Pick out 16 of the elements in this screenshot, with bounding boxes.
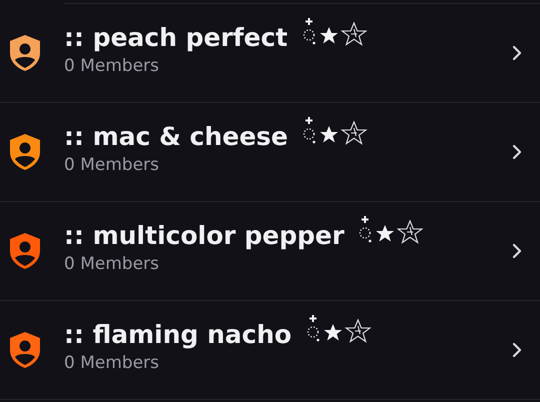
role-row[interactable]: :: flaming nacho 0 Members	[0, 301, 540, 400]
chevron-right-icon	[512, 144, 522, 160]
member-count: 0 Members	[64, 56, 160, 76]
role-name: :: peach perfect	[64, 22, 288, 52]
member-count: 0 Members	[64, 254, 160, 274]
role-name: :: flaming nacho	[64, 320, 292, 348]
member-count: 0 Members	[64, 154, 160, 174]
role-row[interactable]: :: multicolor pepper 0 Members	[0, 202, 540, 301]
member-count: 0 Members	[64, 352, 160, 372]
role-name: :: multicolor pepper	[64, 220, 344, 250]
role-name: :: mac & cheese	[64, 122, 288, 150]
role-row[interactable]: :: mac & cheese 0 Members	[0, 103, 540, 202]
role-row[interactable]: :: peach perfect 0 Members	[0, 4, 540, 103]
chevron-right-icon	[512, 243, 522, 259]
chevron-right-icon	[512, 342, 522, 358]
chevron-right-icon	[512, 45, 522, 61]
